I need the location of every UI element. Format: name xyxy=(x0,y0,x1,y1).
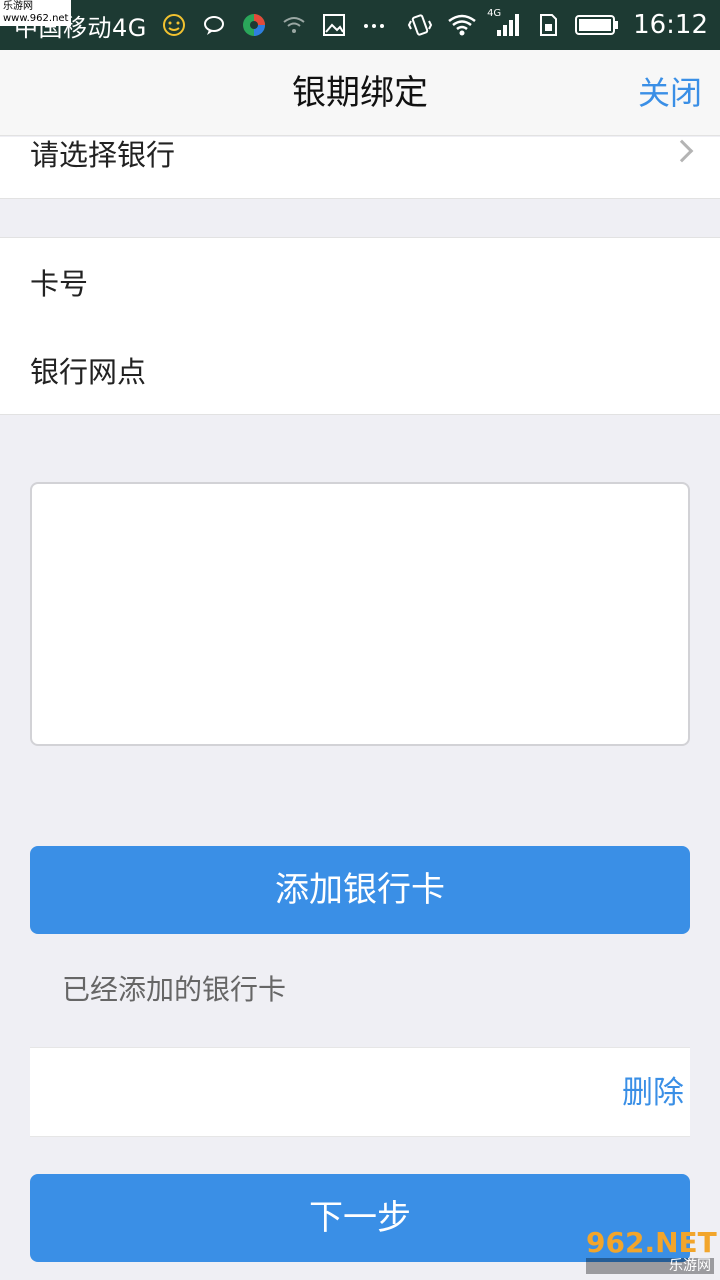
sim-icon xyxy=(535,12,561,38)
chevron-right-icon xyxy=(670,139,694,163)
watermark-top: 乐游网 www.962.net xyxy=(0,0,72,26)
card-number-label: 卡号 xyxy=(30,267,89,301)
watermark-logo: 962.NET xyxy=(586,1226,717,1259)
app-icon xyxy=(241,12,267,38)
signal-icon: 4G xyxy=(487,8,521,38)
watermark-top-url: www.962.net xyxy=(3,13,69,24)
bank-select-label: 请选择银行 xyxy=(30,138,176,172)
more-dots-icon xyxy=(361,12,387,38)
watermark-top-name: 乐游网 xyxy=(3,1,33,12)
chat-bubble-icon xyxy=(201,12,227,38)
battery-icon xyxy=(575,12,619,38)
close-button[interactable]: 关闭 xyxy=(638,50,702,136)
status-bar: 中国移动4G 4G 16:12 xyxy=(0,0,720,50)
clock-time: 16:12 xyxy=(633,10,708,40)
add-bank-card-button[interactable]: 添加银行卡 xyxy=(30,846,690,934)
nav-bar: 银期绑定 关闭 xyxy=(0,50,720,136)
screen: 中国移动4G 4G 16:12 乐游网 www.962.net 银期绑定 关闭 … xyxy=(0,0,720,1280)
bank-select-row[interactable]: 请选择银行 xyxy=(0,137,720,199)
card-number-field[interactable]: 卡号 xyxy=(30,238,690,326)
added-cards-caption: 已经添加的银行卡 xyxy=(62,973,287,1006)
status-bar-right: 4G 16:12 xyxy=(407,8,708,40)
card-preview-area xyxy=(30,482,690,746)
smiley-icon xyxy=(161,12,187,38)
bank-branch-field[interactable]: 银行网点 xyxy=(30,326,690,414)
card-info-group: 卡号 银行网点 xyxy=(0,237,720,415)
network-badge: 4G xyxy=(487,8,502,19)
wifi-weak-icon xyxy=(281,12,307,38)
page-title: 银期绑定 xyxy=(292,73,428,113)
wifi-icon xyxy=(447,12,476,38)
image-icon xyxy=(321,12,347,38)
vibrate-icon xyxy=(407,12,433,38)
bank-branch-label: 银行网点 xyxy=(30,355,147,389)
added-card-row: 删除 xyxy=(30,1047,690,1137)
watermark-sub: 乐游网 xyxy=(586,1258,714,1274)
delete-card-button[interactable]: 删除 xyxy=(622,1048,684,1138)
watermark-bottom: 962.NET 乐游网 xyxy=(586,1226,717,1276)
